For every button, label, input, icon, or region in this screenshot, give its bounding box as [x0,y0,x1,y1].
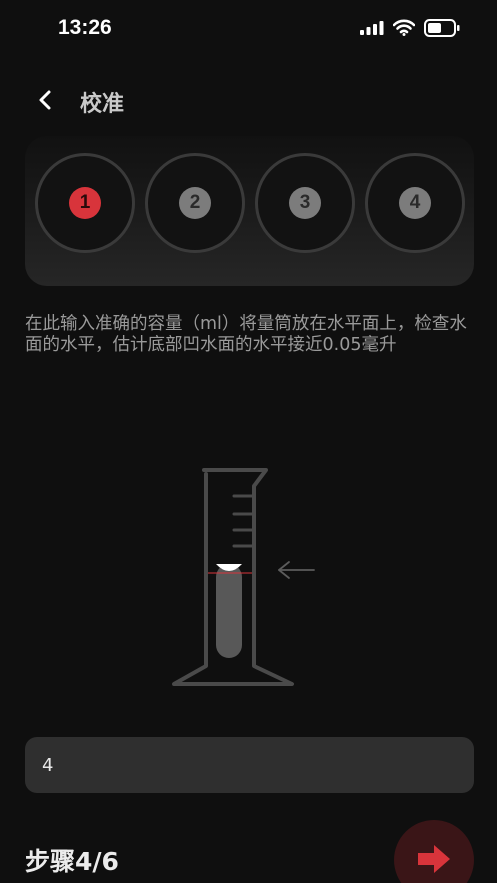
status-bar: 13:26 [0,0,497,58]
step-3-number: 3 [289,187,321,219]
step-1-button[interactable]: 1 [35,153,135,253]
step-progress-label: 步骤4/6 [25,847,119,876]
arrow-right-icon [418,845,450,873]
volume-input[interactable] [25,737,474,793]
page-title: 校准 [80,92,125,117]
step-1-number: 1 [69,187,101,219]
cellular-signal-icon [360,21,384,35]
status-time: 13:26 [58,16,112,39]
navigation-bar: 校准 [0,78,497,122]
step-4-button[interactable]: 4 [365,153,465,253]
step-2-button[interactable]: 2 [145,153,245,253]
step-4-number: 4 [399,187,431,219]
battery-icon [424,19,460,37]
wifi-icon [393,19,415,36]
step-2-number: 2 [179,187,211,219]
graduated-cylinder-illustration [172,468,315,686]
next-step-button[interactable] [394,820,474,883]
step-indicator-panel: 1 2 3 4 [25,136,474,286]
chevron-left-icon[interactable] [34,88,56,112]
instruction-text: 在此输入准确的容量（ml）将量筒放在水平面上，检查水面的水平，估计底部凹水面的水… [25,314,467,355]
step-3-button[interactable]: 3 [255,153,355,253]
arrow-left-icon [278,561,315,579]
